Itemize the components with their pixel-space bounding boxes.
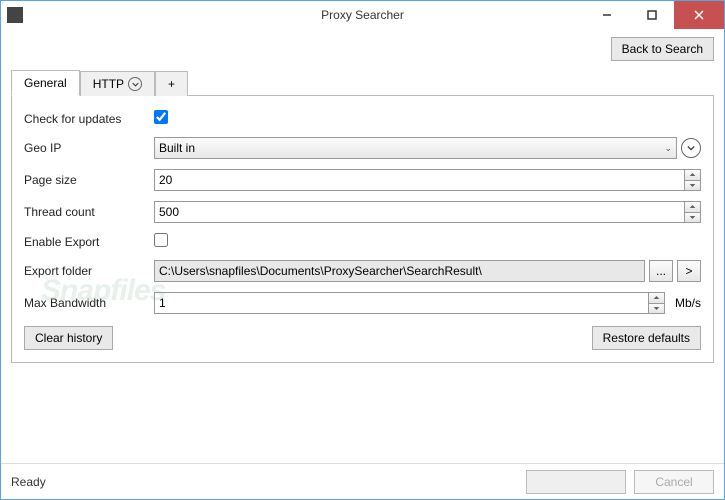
close-button[interactable]: [674, 1, 724, 29]
tab-http[interactable]: HTTP: [80, 71, 155, 96]
chevron-down-icon: [132, 81, 139, 88]
page-size-input[interactable]: [154, 169, 685, 191]
thread-count-label: Thread count: [24, 205, 144, 219]
window-buttons: [584, 1, 724, 29]
minimize-button[interactable]: [584, 1, 629, 29]
chevron-down-icon: [689, 183, 696, 188]
back-to-search-button[interactable]: Back to Search: [611, 37, 714, 61]
page-size-spinner: [685, 169, 701, 191]
thread-count-down[interactable]: [685, 213, 700, 223]
max-bandwidth-down[interactable]: [649, 304, 664, 314]
clear-history-button[interactable]: Clear history: [24, 326, 113, 350]
tab-add[interactable]: +: [155, 71, 188, 96]
thread-count-up[interactable]: [685, 202, 700, 213]
chevron-up-icon: [653, 295, 660, 300]
max-bandwidth-input[interactable]: [154, 292, 649, 314]
geoip-select[interactable]: Built in ⌄: [154, 137, 677, 159]
close-icon: [694, 10, 704, 20]
page-size-up[interactable]: [685, 170, 700, 181]
max-bandwidth-unit: Mb/s: [675, 296, 701, 310]
open-folder-button[interactable]: >: [677, 260, 701, 282]
export-folder-input[interactable]: [154, 260, 645, 282]
content: Snapfiles Back to Search General HTTP + …: [1, 29, 724, 463]
thread-count-input[interactable]: [154, 201, 685, 223]
tab-general-label: General: [24, 76, 67, 90]
page-size-down[interactable]: [685, 181, 700, 191]
tab-add-label: +: [168, 77, 175, 91]
app-icon: [7, 7, 23, 23]
titlebar: Proxy Searcher: [1, 1, 724, 29]
cancel-label: Cancel: [655, 475, 692, 489]
maximize-icon: [647, 10, 657, 20]
check-updates-label: Check for updates: [24, 112, 144, 126]
enable-export-label: Enable Export: [24, 235, 144, 249]
chevron-down-icon: [689, 215, 696, 220]
geoip-label: Geo IP: [24, 141, 144, 155]
max-bandwidth-up[interactable]: [649, 293, 664, 304]
chevron-down-icon: [653, 306, 660, 311]
check-updates-checkbox[interactable]: [154, 110, 168, 124]
max-bandwidth-spinner: [649, 292, 665, 314]
thread-count-spinner: [685, 201, 701, 223]
geoip-value: Built in: [159, 141, 195, 155]
window-title: Proxy Searcher: [321, 8, 404, 22]
export-folder-label: Export folder: [24, 264, 144, 278]
dropdown-arrow-icon: ⌄: [664, 143, 672, 154]
page-size-label: Page size: [24, 173, 144, 187]
chevron-down-icon: [687, 144, 695, 152]
browse-button[interactable]: ...: [649, 260, 673, 282]
max-bandwidth-label: Max Bandwidth: [24, 296, 144, 310]
tab-http-label: HTTP: [93, 77, 124, 91]
cancel-button[interactable]: Cancel: [634, 470, 714, 494]
chevron-up-icon: [689, 204, 696, 209]
status-bar: Ready Cancel: [1, 463, 724, 499]
tab-http-dropdown[interactable]: [128, 77, 142, 91]
tabs: General HTTP +: [11, 67, 714, 95]
enable-export-checkbox[interactable]: [154, 233, 168, 247]
maximize-button[interactable]: [629, 1, 674, 29]
tab-general[interactable]: General: [11, 70, 80, 96]
geoip-more-button[interactable]: [681, 138, 701, 158]
primary-action-button[interactable]: [526, 470, 626, 494]
chevron-up-icon: [689, 172, 696, 177]
restore-defaults-button[interactable]: Restore defaults: [592, 326, 701, 350]
minimize-icon: [602, 10, 612, 20]
status-text: Ready: [11, 475, 46, 489]
tab-panel-general: Check for updates Geo IP Built in ⌄ Page…: [11, 95, 714, 363]
